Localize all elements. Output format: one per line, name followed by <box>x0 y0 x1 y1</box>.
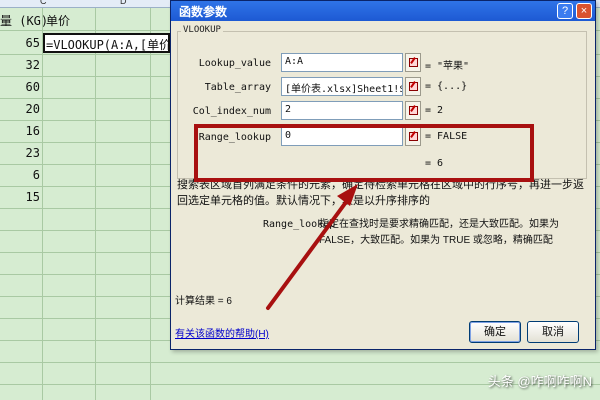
watermark: 头条 @咋啊咋啊N <box>487 374 592 389</box>
annotation-arrow-shaft <box>266 192 354 310</box>
annotation-arrow <box>266 184 358 310</box>
annotation-arrow-head <box>337 184 358 206</box>
